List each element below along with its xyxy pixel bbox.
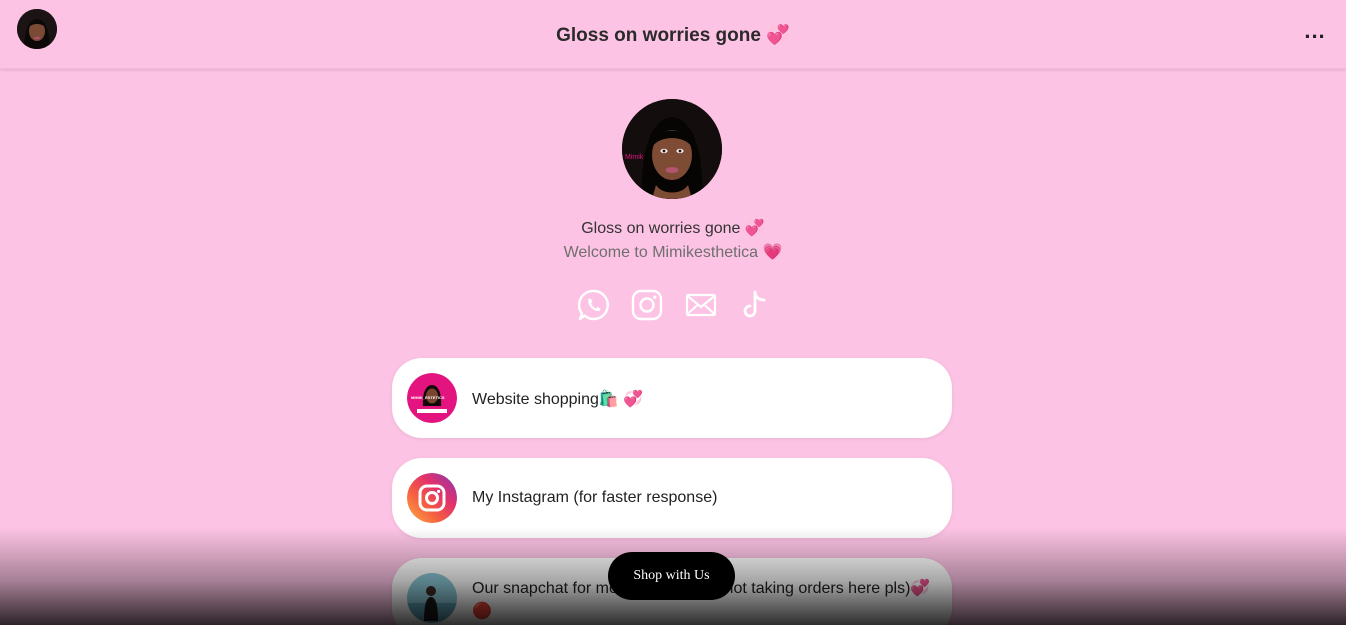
link-label: Website shopping🛍️ 💞 (472, 391, 644, 408)
whatsapp-icon[interactable] (576, 287, 612, 323)
top-header: Gloss on worries gone 💞 ... (0, 0, 1346, 69)
shop-logo-text: MIMIK_ESTETICS (411, 395, 445, 400)
link-label: My Instagram (for faster response) (472, 489, 718, 506)
link-card-website-shopping[interactable]: MIMIK_ESTETICS Website shopping🛍️ 💞 (392, 358, 952, 438)
more-options-button[interactable]: ... (1300, 20, 1330, 50)
link-card-instagram[interactable]: My Instagram (for faster response) (392, 458, 952, 538)
snapchat-photo-thumbnail (407, 573, 457, 623)
profile-name: Gloss on worries gone 💞 (581, 220, 765, 237)
shop-with-us-button[interactable]: Shop with Us (608, 552, 735, 600)
header-title: Gloss on worries gone 💞 (556, 25, 790, 46)
email-icon[interactable] (683, 287, 719, 323)
shop-logo-thumbnail: MIMIK_ESTETICS (407, 373, 457, 423)
instagram-icon[interactable] (629, 287, 665, 323)
social-icons (576, 287, 772, 323)
instagram-logo-icon (407, 473, 457, 523)
tiktok-icon[interactable] (736, 287, 772, 323)
profile-avatar: Mimik (622, 99, 722, 199)
profile-avatar-caption: Mimik (625, 154, 644, 161)
profile-bio: Welcome to Mimikesthetica 💗 (563, 244, 783, 261)
